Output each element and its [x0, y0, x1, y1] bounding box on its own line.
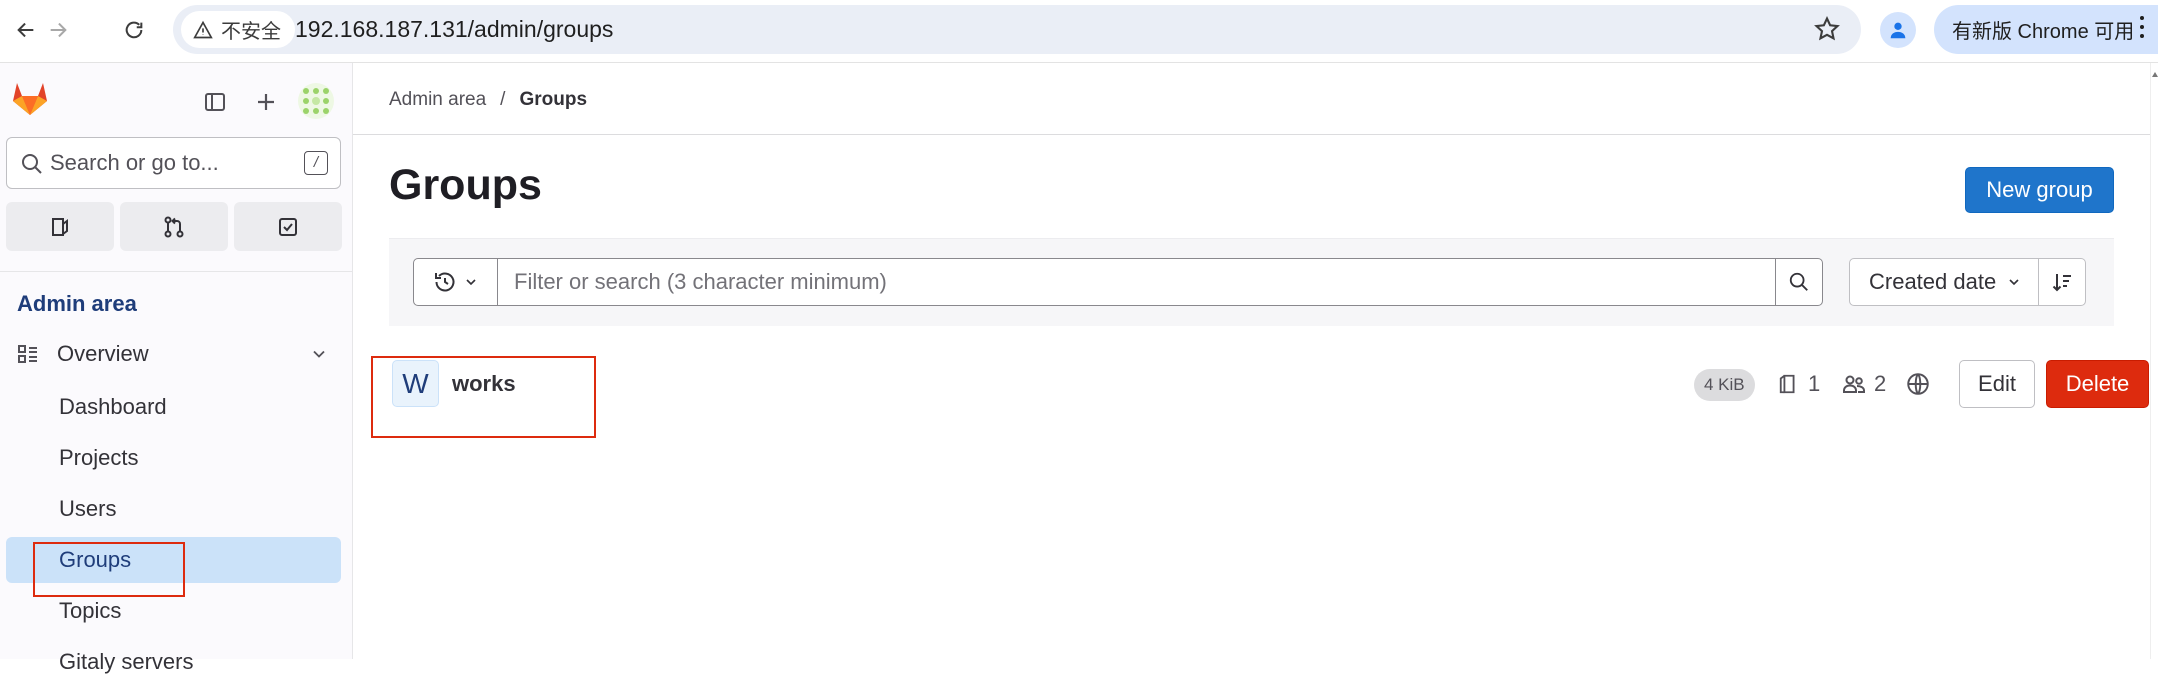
sort-dropdown-label: Created date: [1869, 269, 1997, 294]
sort-dropdown[interactable]: Created date: [1849, 258, 2039, 306]
subgroup-count-value: 1: [1808, 371, 1821, 396]
gitlab-logo-icon[interactable]: [10, 78, 50, 116]
sidebar-divider: [0, 271, 353, 272]
new-group-button[interactable]: New group: [1965, 167, 2114, 213]
recent-searches-button[interactable]: [413, 258, 498, 306]
reload-button[interactable]: [114, 10, 154, 50]
group-row: W works 4 KiB 1 2 Edit Delete: [389, 353, 2149, 415]
breadcrumb-admin-area[interactable]: Admin area: [389, 89, 486, 111]
global-search-input[interactable]: Search or go to... /: [6, 137, 341, 189]
globe-icon: [1907, 373, 1929, 395]
todo-check-icon: [279, 217, 297, 236]
filter-search-button[interactable]: [1775, 258, 1823, 306]
security-indicator[interactable]: 不安全: [181, 11, 295, 48]
users-icon: [1843, 375, 1865, 393]
issues-icon: [52, 217, 68, 236]
create-new-button[interactable]: [248, 84, 284, 120]
search-shortcut-hint: /: [304, 151, 328, 175]
annotation-highlight-box: [371, 356, 596, 438]
overview-icon: [18, 345, 37, 363]
main-content: Admin area / Groups Groups New group Fil…: [353, 63, 2150, 659]
url-text[interactable]: 192.168.187.131/admin/groups: [295, 5, 613, 54]
collapse-sidebar-button[interactable]: [197, 84, 233, 120]
update-label: 有新版 Chrome 可用: [1952, 21, 2135, 43]
sidebar-item-users[interactable]: Users: [6, 486, 341, 532]
search-placeholder: Search or go to...: [50, 150, 219, 175]
browser-toolbar: 不安全 192.168.187.131/admin/groups 有新版 Chr…: [0, 0, 2158, 63]
visibility-public: [1905, 353, 1931, 415]
sidebar: Search or go to... / Admin area Overview…: [0, 63, 353, 674]
arrow-left-icon: [17, 22, 34, 38]
breadcrumb: Admin area / Groups: [389, 89, 587, 111]
search-icon: [22, 154, 42, 174]
profile-button[interactable]: [1880, 12, 1916, 48]
plus-icon: [258, 94, 274, 110]
page-scrollbar[interactable]: [2150, 63, 2158, 659]
sidebar-section-title: Admin area: [17, 291, 137, 316]
chevron-down-icon: [2009, 279, 2019, 286]
sidebar-item-overview[interactable]: Overview: [6, 331, 341, 377]
annotation-highlight-box: [33, 542, 185, 597]
star-icon: [1814, 16, 1840, 41]
storage-size-badge: 4 KiB: [1694, 369, 1755, 401]
user-avatar[interactable]: [298, 83, 334, 119]
sort-direction-button[interactable]: [2038, 258, 2086, 306]
sidebar-item-dashboard[interactable]: Dashboard: [6, 384, 341, 430]
header-divider: [353, 134, 2150, 135]
search-icon: [1789, 272, 1808, 291]
page-title: Groups: [389, 161, 542, 209]
sidebar-item-overview-label: Overview: [57, 341, 149, 366]
address-bar[interactable]: 不安全 192.168.187.131/admin/groups: [173, 5, 1861, 54]
issues-button[interactable]: [6, 202, 114, 251]
breadcrumb-separator: /: [500, 89, 506, 110]
filter-search-input[interactable]: Filter or search (3 character minimum): [497, 258, 1776, 306]
sidebar-item-gitaly-servers[interactable]: Gitaly servers: [6, 639, 341, 685]
person-icon: [1890, 22, 1906, 39]
sidebar-item-projects[interactable]: Projects: [6, 435, 341, 481]
member-count: 2: [1842, 353, 1886, 415]
chrome-update-button[interactable]: 有新版 Chrome 可用: [1934, 5, 2158, 54]
bookmark-button[interactable]: [1813, 15, 1841, 43]
reload-icon: [125, 21, 143, 39]
delete-group-button[interactable]: Delete: [2046, 360, 2149, 408]
scroll-up-arrow-icon[interactable]: [2152, 72, 2158, 77]
chevron-down-icon: [313, 350, 325, 358]
breadcrumb-current[interactable]: Groups: [519, 89, 587, 111]
arrow-right-icon: [50, 22, 67, 38]
todo-list-button[interactable]: [234, 202, 342, 251]
merge-requests-button[interactable]: [120, 202, 228, 251]
subgroup-icon: [1779, 374, 1795, 394]
forward-button[interactable]: [38, 10, 78, 50]
edit-group-button[interactable]: Edit: [1959, 360, 2035, 408]
subgroup-count: 1: [1778, 353, 1820, 415]
sort-descending-icon: [2052, 274, 2071, 292]
browser-menu-button[interactable]: [2140, 16, 2144, 38]
history-icon: [434, 272, 454, 292]
filter-bar: Filter or search (3 character minimum) C…: [389, 238, 2114, 326]
warning-icon: [193, 20, 213, 38]
chevron-down-icon: [465, 279, 476, 286]
sidebar-toggle-icon: [205, 93, 225, 111]
member-count-value: 2: [1874, 371, 1887, 396]
merge-request-icon: [164, 216, 184, 237]
insecure-label: 不安全: [221, 21, 281, 43]
